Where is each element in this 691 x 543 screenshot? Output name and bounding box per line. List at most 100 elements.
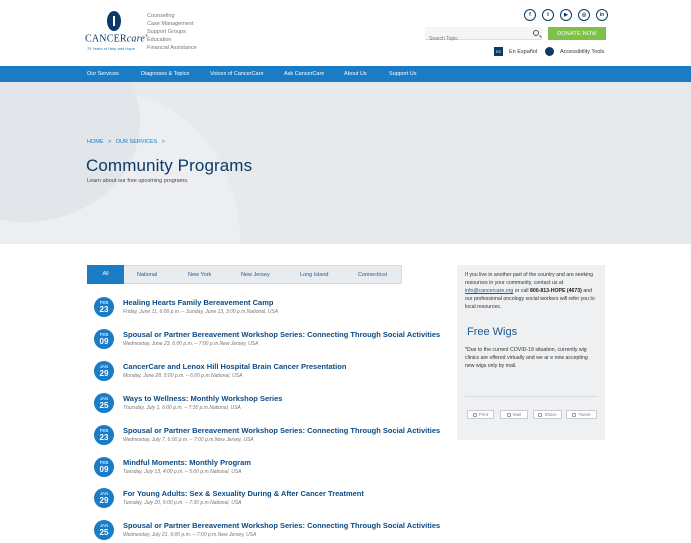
tab-connecticut[interactable]: Connecticut xyxy=(358,266,387,284)
share-label: Share xyxy=(544,412,557,417)
service-link-case-management[interactable]: Case Management xyxy=(147,20,197,28)
mail-button[interactable]: Mail xyxy=(500,410,528,419)
service-link-financial-assistance[interactable]: Financial Assistance xyxy=(147,44,197,52)
sidebar-intro: If you live in another part of the count… xyxy=(465,271,599,311)
nav-item-ask-cancercare[interactable]: Ask CancerCare xyxy=(284,66,324,82)
tab-new-york[interactable]: New York xyxy=(188,266,211,284)
date-badge: FEB 09 xyxy=(94,329,114,349)
date-badge: FEB 23 xyxy=(94,425,114,445)
print-button[interactable]: Print xyxy=(467,410,494,419)
tab-all[interactable]: All xyxy=(87,265,124,284)
nav-item-our-services[interactable]: Our Services xyxy=(87,66,119,82)
header-service-links: Counseling Case Management Support Group… xyxy=(147,12,197,52)
event-meta: Tuesday, July 13, 4:00 p.m. – 5:00 p.m.N… xyxy=(123,469,242,475)
sidebar-intro-text-2: or call xyxy=(514,288,529,295)
nav-item-voices[interactable]: Voices of CancerCare xyxy=(210,66,264,82)
tweet-button[interactable]: Tweet xyxy=(566,410,597,419)
hero-banner: HOME > OUR SERVICES > Community Programs… xyxy=(0,82,691,244)
accessibility-tools-link[interactable]: Accessibility Tools xyxy=(545,47,604,56)
logo-tagline: 75 Years of Help and Hope xyxy=(87,46,135,51)
event-item: FEB 09 Mindful Moments: Monthly Program T… xyxy=(94,457,454,479)
twitter-icon[interactable]: t xyxy=(542,9,554,21)
date-badge: JAN 29 xyxy=(94,361,114,381)
breadcrumb-home[interactable]: HOME xyxy=(87,139,104,145)
share-button[interactable]: Share xyxy=(533,410,562,419)
facebook-icon[interactable]: f xyxy=(524,9,536,21)
event-item: JAN 25 Ways to Wellness: Monthly Workshop… xyxy=(94,393,454,415)
print-icon xyxy=(472,412,477,417)
event-meta: Tuesday, July 20, 6:00 p.m. – 7:30 p.m.N… xyxy=(123,500,242,506)
date-badge: FEB 23 xyxy=(94,297,114,317)
service-link-support-groups[interactable]: Support Groups xyxy=(147,28,197,36)
event-item: FEB 23 Spousal or Partner Bereavement Wor… xyxy=(94,425,454,447)
free-wigs-heading: Free Wigs xyxy=(467,326,518,338)
espanol-label: En Español xyxy=(509,48,538,55)
nav-item-diagnoses-topics[interactable]: Diagnoses & Topics xyxy=(141,66,189,82)
main-nav: Our Services Diagnoses & Topics Voices o… xyxy=(0,66,691,82)
nav-item-about-us[interactable]: About Us xyxy=(344,66,367,82)
mail-icon xyxy=(506,412,511,417)
accessibility-label: Accessibility Tools xyxy=(560,48,605,55)
service-link-counseling[interactable]: Counseling xyxy=(147,12,197,20)
accessibility-icon xyxy=(545,47,554,56)
event-title-link[interactable]: For Young Adults: Sex & Sexuality During… xyxy=(123,489,364,498)
tweet-icon xyxy=(572,412,577,417)
tab-new-jersey[interactable]: New Jersey xyxy=(241,266,270,284)
date-day: 29 xyxy=(99,369,109,378)
event-meta: Monday, June 28, 5:00 p.m. – 6:00 p.m.Na… xyxy=(123,373,243,379)
event-meta: Thursday, July 1, 6:00 p.m. – 7:30 p.m.N… xyxy=(123,405,241,411)
email-link[interactable]: info@cancercare.org xyxy=(465,288,513,294)
sidebar-panel: If you live in another part of the count… xyxy=(457,265,605,440)
page-title: Community Programs xyxy=(86,156,253,175)
logo-mark-icon xyxy=(107,11,121,31)
tab-national[interactable]: National xyxy=(137,266,157,284)
event-title-link[interactable]: Spousal or Partner Bereavement Workshop … xyxy=(123,330,440,339)
youtube-icon[interactable]: ▶ xyxy=(560,9,572,21)
nav-item-support-us[interactable]: Support Us xyxy=(389,66,417,82)
region-tabs: All National New York New Jersey Long Is… xyxy=(87,265,402,284)
logo-wordmark: CANCERcare® xyxy=(85,33,148,44)
service-link-education[interactable]: Education xyxy=(147,36,197,44)
logo-word-cancer: CANCER xyxy=(85,33,127,45)
search-input[interactable] xyxy=(425,32,525,46)
sidebar-divider xyxy=(465,396,597,397)
event-meta: Wednesday, July 21, 6:00 p.m. – 7:00 p.m… xyxy=(123,532,257,538)
event-title-link[interactable]: Spousal or Partner Bereavement Workshop … xyxy=(123,521,440,530)
date-day: 09 xyxy=(99,337,109,346)
tab-long-island[interactable]: Long Island xyxy=(300,266,328,284)
espanol-link[interactable]: ES En Español xyxy=(494,47,537,56)
event-title-link[interactable]: CancerCare and Lenox Hill Hospital Brain… xyxy=(123,362,346,371)
cancercare-logo[interactable]: CANCERcare® 75 Years of Help and Hope xyxy=(85,11,148,55)
date-day: 09 xyxy=(99,465,109,474)
breadcrumb-separator: > xyxy=(161,139,165,145)
language-icon: ES xyxy=(494,47,503,56)
date-badge: JAN 25 xyxy=(94,393,114,413)
date-day: 29 xyxy=(99,496,109,505)
social-links: f t ▶ ◎ in xyxy=(524,9,608,21)
breadcrumb-our-services[interactable]: OUR SERVICES xyxy=(116,139,157,145)
event-meta: Wednesday, June 23, 6:00 p.m. – 7:00 p.m… xyxy=(123,341,259,347)
event-title-link[interactable]: Spousal or Partner Bereavement Workshop … xyxy=(123,426,440,435)
mail-label: Mail xyxy=(512,412,522,417)
date-badge: FEB 09 xyxy=(94,457,114,477)
phone-number[interactable]: 800-813-HOPE (4673) xyxy=(530,288,582,294)
sidebar-intro-text: If you live in another part of the count… xyxy=(465,272,594,287)
search-icon[interactable] xyxy=(533,30,539,36)
site-header: CANCERcare® 75 Years of Help and Hope Co… xyxy=(0,0,691,66)
event-meta: Friday, June 11, 6:00 p.m. – Sunday, Jun… xyxy=(123,309,279,315)
free-wigs-text: *Due to the current COVID-19 situation, … xyxy=(465,347,588,370)
instagram-icon[interactable]: ◎ xyxy=(578,9,590,21)
search-box xyxy=(425,27,542,46)
date-badge: JAN 29 xyxy=(94,488,114,508)
tweet-label: Tweet xyxy=(578,412,591,417)
event-item: FEB 23 Healing Hearts Family Bereavement … xyxy=(94,297,454,319)
linkedin-icon[interactable]: in xyxy=(596,9,608,21)
event-title-link[interactable]: Ways to Wellness: Monthly Workshop Serie… xyxy=(123,394,282,403)
share-icon xyxy=(538,412,543,417)
donate-button[interactable]: DONATE NOW xyxy=(548,27,606,40)
date-day: 23 xyxy=(99,305,109,314)
event-item: JAN 29 CancerCare and Lenox Hill Hospital… xyxy=(94,361,454,383)
date-badge: JAN 25 xyxy=(94,520,114,540)
event-title-link[interactable]: Healing Hearts Family Bereavement Camp xyxy=(123,298,273,307)
event-title-link[interactable]: Mindful Moments: Monthly Program xyxy=(123,458,251,467)
